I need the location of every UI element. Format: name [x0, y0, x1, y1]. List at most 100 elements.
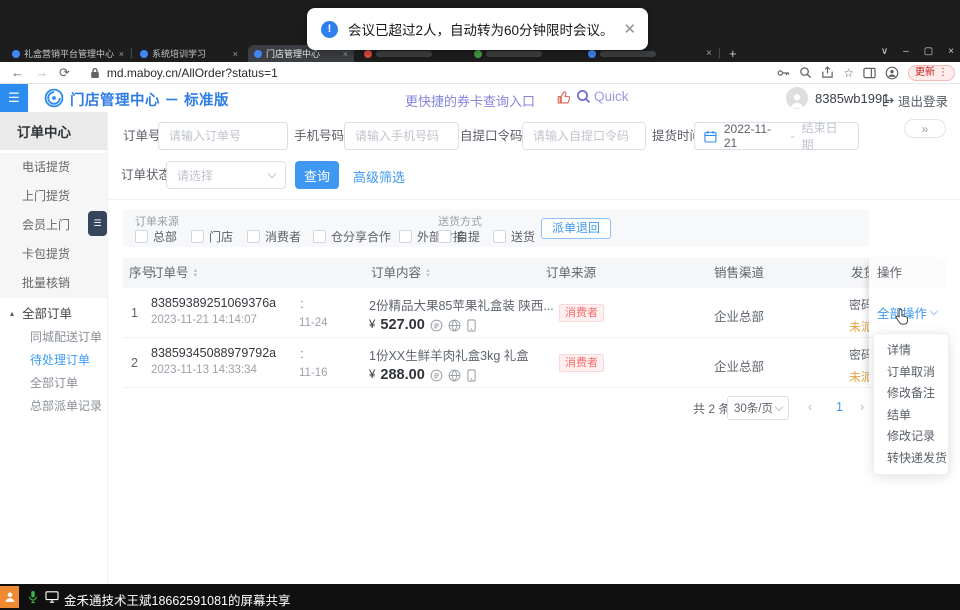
quick-search-link[interactable]: Quick [576, 89, 629, 104]
row-channel: 企业总部 [714, 356, 764, 375]
chevron-down-icon [930, 307, 938, 315]
sidebar-group-label[interactable]: ▴ 全部订单 [0, 302, 107, 326]
table-row: 1 83859389251069376a 2023-11-21 14:14:07… [123, 288, 869, 338]
chrome-update-button[interactable]: 更新 ⋮ [908, 65, 955, 81]
sidebar-item-hq-dispatch-records[interactable]: 总部派单记录 [0, 395, 107, 418]
page-size-select[interactable]: 30条/页 [727, 396, 789, 420]
kebab-menu-icon: ⋮ [938, 67, 948, 79]
col-order-no: 订单号▲▼ [151, 258, 198, 288]
checkbox-icon [135, 230, 148, 243]
tab-separator: | [130, 48, 133, 59]
back-icon[interactable]: ← [11, 63, 24, 83]
checkbox-self-pickup[interactable]: 自提 [438, 228, 480, 245]
notification-text: 会议已超过2人，自动转为60分钟限时会议。 [348, 19, 614, 39]
tab-close-icon[interactable]: × [119, 49, 124, 59]
sidebar-group-all-orders: ▴ 全部订单 同城配送订单 待处理订单 全部订单 总部派单记录 [0, 302, 107, 418]
phone-input[interactable] [344, 122, 459, 150]
window-close-button[interactable]: × [948, 46, 954, 57]
bookmark-star-icon[interactable]: ☆ [843, 66, 854, 80]
screen-share-text: 金禾通技术王斌18662591081的屏幕共享 [64, 590, 290, 609]
sidebar-item-phone-pickup[interactable]: 电话提货 [0, 153, 107, 182]
checkbox-icon [438, 230, 451, 243]
col-source: 订单来源 [546, 258, 596, 288]
row-seq: 1 [131, 306, 138, 320]
row-seq: 2 [131, 356, 138, 370]
tab-close-icon[interactable]: × [706, 48, 712, 59]
tab-favicon [140, 50, 148, 58]
sort-icon[interactable]: ▲▼ [193, 269, 199, 279]
checkbox-consumer[interactable]: 消费者 [247, 228, 301, 245]
tab-close-icon[interactable]: × [343, 49, 348, 59]
checkbox-warehouse-share[interactable]: 仓分享合作 [313, 228, 391, 245]
tab-favicon [588, 50, 596, 58]
side-panel-icon[interactable] [863, 67, 876, 79]
dispatch-return-button[interactable]: 派单退回 [541, 218, 611, 239]
action-dropdown-menu: 详情 订单取消 修改备注 结单 修改记录 转快递发货 [873, 333, 949, 475]
sidebar-item-card-pickup[interactable]: 卡包提货 [0, 240, 107, 269]
menu-item-edit-records[interactable]: 修改记录 [874, 426, 948, 448]
coupon-query-entry-link[interactable]: 更快捷的券卡查询入口 [405, 91, 535, 110]
source-badge: 消费者 [559, 354, 604, 372]
checkbox-store[interactable]: 门店 [191, 228, 233, 245]
info-icon: ! [321, 21, 338, 38]
forward-icon[interactable]: → [35, 63, 48, 83]
calendar-icon [704, 130, 717, 143]
submenu-arrow-icon: ▴ [10, 302, 14, 326]
obscured-tab-title [486, 51, 542, 57]
filter-panel: 订单来源 总部 门店 消费者 仓分享合作 外部对接 送货方式 自提 送货 派单退… [123, 209, 869, 247]
sidebar-item-pending-orders-active[interactable]: 待处理订单 [0, 349, 107, 372]
checkbox-hq[interactable]: 总部 [135, 228, 177, 245]
date-range-picker[interactable]: 2022-11-21 - 结束日期 [694, 122, 859, 150]
order-status-select[interactable]: 请选择 [166, 161, 286, 189]
checkbox-delivery[interactable]: 送货 [493, 228, 535, 245]
share-icon[interactable] [821, 66, 834, 79]
sidebar-item-all-orders[interactable]: 全部订单 [0, 372, 107, 395]
sort-icon[interactable]: ▲▼ [425, 269, 431, 279]
tab-close-icon[interactable]: × [233, 49, 238, 59]
total-count-text: 共 2 条 [693, 400, 730, 417]
password-key-icon[interactable] [776, 66, 790, 80]
reload-icon[interactable]: ⟳ [59, 63, 70, 83]
phone-icon [466, 319, 477, 332]
profile-avatar-icon[interactable] [885, 66, 899, 80]
sidebar: 订单中心 电话提货 上门提货 会员上门 卡包提货 批量核销 ▴ 全部订单 同城配… [0, 112, 107, 584]
order-no-input[interactable] [158, 122, 288, 150]
next-page-button[interactable]: › [860, 399, 864, 414]
sidebar-item-door-pickup[interactable]: 上门提货 [0, 182, 107, 211]
minimize-button[interactable]: – [903, 46, 909, 57]
lock-icon[interactable] [90, 67, 100, 79]
advanced-filter-link[interactable]: 高级筛选 [353, 167, 405, 186]
chevron-down-icon [775, 402, 783, 410]
browser-tab-1[interactable]: 礼盒营销平台管理中心 × [6, 45, 130, 62]
main-content: 订单号 手机号码 自提口令码 提货时间 2022-11-21 - 结束日期 » … [107, 112, 960, 584]
page-title: 门店管理中心 － 标准版 [70, 89, 229, 110]
hamburger-menu-button[interactable]: ☰ [0, 84, 28, 112]
logout-button[interactable]: 退出登录 [881, 91, 948, 110]
menu-item-close-order[interactable]: 结单 [874, 405, 948, 427]
phone-label: 手机号码 [294, 122, 344, 150]
menu-item-details[interactable]: 详情 [874, 340, 948, 362]
date-end-placeholder: 结束日期 [802, 119, 849, 153]
menu-item-express-ship[interactable]: 转快递发货 [874, 448, 948, 470]
url-text[interactable]: md.maboy.cn/AllOrder?status=1 [107, 66, 278, 80]
hand-pointer-icon [557, 90, 572, 108]
expand-filters-button[interactable]: » [904, 119, 946, 138]
maximize-button[interactable]: ▢ [924, 46, 933, 57]
page-number-1[interactable]: 1 [836, 400, 843, 414]
prev-page-button[interactable]: ‹ [808, 399, 812, 414]
quick-label: Quick [594, 89, 629, 104]
browser-tab-2[interactable]: 系统培训学习 × [134, 45, 244, 62]
tab-search-icon[interactable]: ∨ [881, 46, 888, 57]
user-avatar [786, 87, 808, 109]
sidebar-item-city-delivery-orders[interactable]: 同城配送订单 [0, 326, 107, 349]
sidebar-item-batch-verify[interactable]: 批量核销 [0, 269, 107, 298]
search-button[interactable]: 查询 [295, 161, 339, 189]
sidebar-section-order-center[interactable]: 订单中心 [0, 112, 107, 150]
menu-item-edit-note[interactable]: 修改备注 [874, 383, 948, 405]
pickup-code-input[interactable] [522, 122, 646, 150]
new-tab-button[interactable]: + [729, 46, 737, 61]
notification-close-icon[interactable]: ✕ [624, 20, 637, 38]
zoom-icon[interactable] [799, 66, 812, 79]
menu-item-cancel-order[interactable]: 订单取消 [874, 362, 948, 384]
sidebar-collapse-handle[interactable]: ☰ [88, 211, 107, 236]
